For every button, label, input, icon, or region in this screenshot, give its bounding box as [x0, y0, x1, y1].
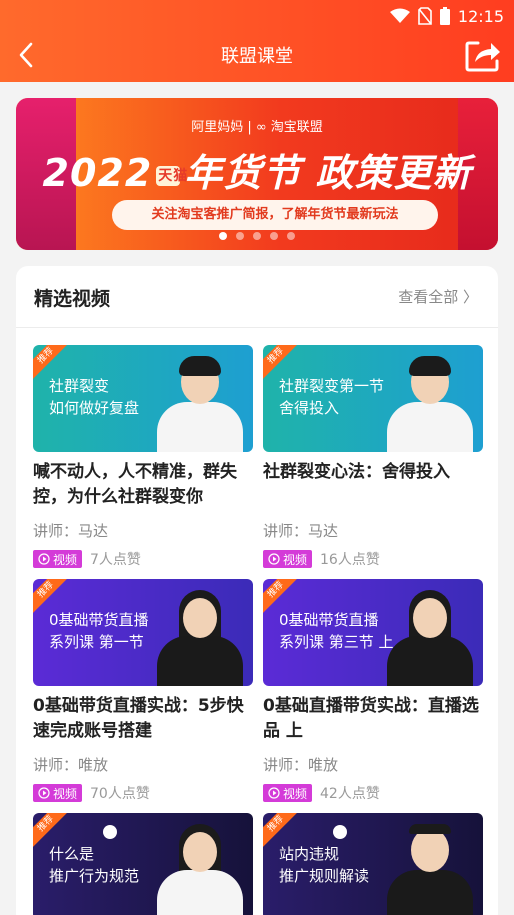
lecturer-name: 讲师：唯放 — [263, 756, 339, 774]
like-count: 16人点赞 — [320, 552, 380, 568]
top-bar: 12:15 联盟课堂 — [0, 0, 514, 82]
thumbnail-caption: 社群裂变 如何做好复盘 — [49, 377, 140, 417]
play-icon — [38, 553, 50, 565]
video-meta: 视频 7人点赞 — [33, 549, 253, 569]
lecturer-photo — [157, 590, 243, 686]
video-item[interactable]: 推荐 什么是 推广行为规范 — [33, 813, 253, 915]
featured-videos-card: 精选视频 查看全部 〉 推荐 社群裂变 如何做好复盘 喊不动人，人不精准，群失控，… — [16, 266, 498, 915]
video-thumbnail[interactable]: 推荐 社群裂变 如何做好复盘 — [33, 345, 253, 452]
banner-year: 2022 — [42, 151, 153, 195]
video-item[interactable]: 推荐 社群裂变第一节 舍得投入 社群裂变心法：舍得投入 讲师：马达 视频 16人点… — [263, 345, 483, 569]
camera-icon — [103, 825, 117, 839]
video-thumbnail[interactable]: 推荐 什么是 推广行为规范 — [33, 813, 253, 915]
carousel-dots — [16, 232, 498, 240]
section-header: 精选视频 查看全部 〉 — [16, 266, 498, 328]
like-count: 70人点赞 — [90, 786, 150, 802]
video-thumbnail[interactable]: 推荐 站内违规 推广规则解读 — [263, 813, 483, 915]
lecturer-photo — [157, 356, 243, 452]
video-badge: 视频 — [263, 550, 313, 568]
lecturer-photo — [387, 824, 473, 915]
video-item[interactable]: 推荐 社群裂变 如何做好复盘 喊不动人，人不精准，群失控，为什么社群裂变你 讲师：… — [33, 345, 253, 569]
lecturer-photo — [387, 590, 473, 686]
see-all-link[interactable]: 查看全部 〉 — [398, 286, 478, 307]
play-icon — [268, 553, 280, 565]
status-bar: 12:15 — [389, 5, 504, 27]
carousel-dot[interactable] — [253, 232, 261, 240]
video-badge: 视频 — [33, 550, 83, 568]
video-badge: 视频 — [33, 784, 83, 802]
promo-banner[interactable]: 阿里妈妈 | ∞ 淘宝联盟 2022 天猫年货节 政策更新 关注淘宝客推广简报，了… — [16, 98, 498, 250]
banner-subline: 关注淘宝客推广简报，了解年货节最新玩法 — [112, 200, 438, 230]
like-count: 42人点赞 — [320, 786, 380, 802]
video-title[interactable]: 喊不动人，人不精准，群失控，为什么社群裂变你 — [33, 460, 253, 510]
thumbnail-caption: 0基础带货直播 系列课 第三节 上 — [279, 611, 394, 651]
video-item[interactable]: 推荐 0基础带货直播 系列课 第三节 上 0基础直播带货实战：直播选品 上 讲师：… — [263, 579, 483, 803]
video-title[interactable]: 0基础带货直播实战：5步快速完成账号搭建 — [33, 694, 253, 744]
carousel-dot[interactable] — [270, 232, 278, 240]
video-thumbnail[interactable]: 推荐 0基础带货直播 系列课 第一节 — [33, 579, 253, 686]
no-sim-icon — [418, 7, 432, 25]
video-title[interactable]: 社群裂变心法：舍得投入 — [263, 460, 483, 485]
carousel-dot[interactable] — [236, 232, 244, 240]
lecturer-name: 讲师：唯放 — [33, 756, 109, 774]
video-title[interactable]: 0基础直播带货实战：直播选品 上 — [263, 694, 483, 744]
like-count: 7人点赞 — [90, 552, 141, 568]
carousel-dot[interactable] — [287, 232, 295, 240]
lecturer-name: 讲师：马达 — [263, 522, 339, 540]
video-item[interactable]: 推荐 0基础带货直播 系列课 第一节 0基础带货直播实战：5步快速完成账号搭建 讲… — [33, 579, 253, 803]
video-badge: 视频 — [263, 784, 313, 802]
thumbnail-caption: 站内违规 推广规则解读 — [279, 845, 370, 885]
clock: 12:15 — [457, 6, 504, 26]
video-thumbnail[interactable]: 推荐 0基础带货直播 系列课 第三节 上 — [263, 579, 483, 686]
thumbnail-caption: 0基础带货直播 系列课 第一节 — [49, 611, 149, 651]
video-meta: 视频 70人点赞 — [33, 783, 253, 803]
tmall-badge: 天猫 — [156, 165, 189, 186]
lecturer-name: 讲师：马达 — [33, 522, 109, 540]
banner-brand: 阿里妈妈 | ∞ 淘宝联盟 — [191, 120, 323, 135]
banner-headline: 2022 天猫年货节 政策更新 — [16, 142, 498, 197]
video-thumbnail[interactable]: 推荐 社群裂变第一节 舍得投入 — [263, 345, 483, 452]
play-icon — [38, 787, 50, 799]
video-item[interactable]: 推荐 站内违规 推广规则解读 — [263, 813, 483, 915]
camera-icon — [333, 825, 347, 839]
thumbnail-caption: 社群裂变第一节 舍得投入 — [279, 377, 385, 417]
banner-headline-rest: 年货节 政策更新 — [184, 151, 472, 195]
video-meta: 视频 42人点赞 — [263, 783, 483, 803]
section-title: 精选视频 — [34, 288, 111, 310]
play-icon — [268, 787, 280, 799]
battery-icon — [439, 7, 450, 25]
nav-row: 联盟课堂 — [0, 30, 514, 80]
lecturer-photo — [387, 356, 473, 452]
video-meta: 视频 16人点赞 — [263, 549, 483, 569]
thumbnail-caption: 什么是 推广行为规范 — [49, 845, 140, 885]
carousel-dot[interactable] — [219, 232, 227, 240]
lecturer-photo — [157, 824, 243, 915]
page-title: 联盟课堂 — [221, 46, 293, 67]
share-icon[interactable] — [464, 37, 502, 73]
wifi-icon — [389, 8, 410, 23]
